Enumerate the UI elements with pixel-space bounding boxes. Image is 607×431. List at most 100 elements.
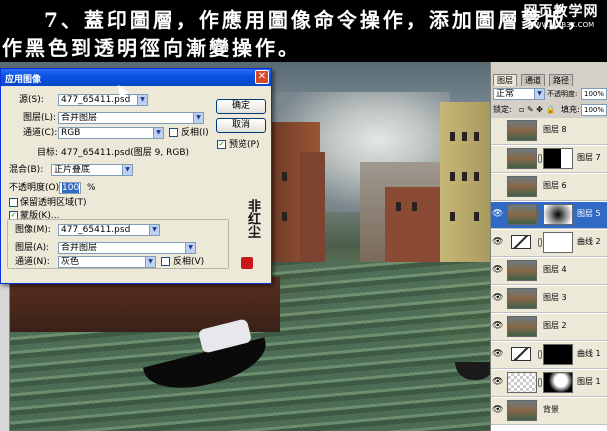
lock-label: 锁定: <box>493 105 512 114</box>
building-middle-2 <box>385 187 445 267</box>
layer-name: 曲线 1 <box>577 349 601 358</box>
tab-paths[interactable]: 路径 <box>549 74 573 86</box>
layer-row[interactable]: 图层 8 <box>491 118 607 145</box>
layer-row[interactable]: 👁 背景 <box>491 398 607 425</box>
window <box>450 212 455 221</box>
layer-row[interactable]: 👁 图层 5 <box>491 202 607 229</box>
chevron-down-icon: ▼ <box>534 89 544 99</box>
layer-name: 图层 3 <box>543 293 567 302</box>
layer-thumbnail[interactable] <box>507 316 537 337</box>
link-chain-icon[interactable] <box>538 378 542 387</box>
layer-thumbnail[interactable] <box>507 372 537 393</box>
chevron-down-icon: ▼ <box>149 225 159 235</box>
mask-channel-label: 通道(N): <box>15 257 50 267</box>
layer-thumbnail[interactable] <box>507 400 537 421</box>
channel-select[interactable]: RGB ▼ <box>58 127 164 139</box>
eye-icon[interactable]: 👁 <box>492 237 503 248</box>
mask-channel-select[interactable]: 灰色 ▼ <box>58 256 156 268</box>
mask-image-value: 477_65411.psd <box>61 225 131 235</box>
layer-name: 图层 6 <box>543 181 567 190</box>
layer-thumbnail[interactable] <box>507 260 537 281</box>
tab-channels[interactable]: 通道 <box>521 74 545 86</box>
source-select[interactable]: 477_65411.psd ▼ <box>58 94 148 106</box>
link-chain-icon[interactable] <box>538 154 542 163</box>
mask-image-select[interactable]: 477_65411.psd ▼ <box>58 224 160 236</box>
fill-input[interactable]: 100% <box>581 104 607 116</box>
curves-adjustment-icon[interactable] <box>511 347 531 361</box>
layer-row[interactable]: 👁 图层 2 <box>491 314 607 341</box>
link-chain-icon[interactable] <box>538 350 542 359</box>
layer-row[interactable]: 👁 曲线 1 <box>491 342 607 369</box>
eye-icon[interactable]: 👁 <box>492 293 503 304</box>
invert-checkbox[interactable] <box>169 128 178 137</box>
layer-select[interactable]: 合并图层 ▼ <box>58 112 204 124</box>
mask-layer-value: 合并图层 <box>61 243 98 253</box>
close-icon[interactable]: ✕ <box>255 70 269 84</box>
source-label: 源(S): <box>19 95 44 105</box>
chevron-down-icon: ▼ <box>153 128 163 138</box>
preserve-transparency-label: 保留透明区域(T) <box>20 198 87 208</box>
ok-button[interactable]: 确定 <box>216 99 266 114</box>
link-chain-icon[interactable] <box>538 238 542 247</box>
window <box>474 132 479 141</box>
preview-checkbox[interactable]: ✓ <box>217 140 226 149</box>
eye-icon[interactable]: 👁 <box>492 405 503 416</box>
caption-line-2: 作黑色到透明徑向漸變操作。 <box>2 36 301 60</box>
layer-mask-thumbnail[interactable] <box>543 232 573 253</box>
layer-row[interactable]: 图层 6 <box>491 174 607 201</box>
layer-row[interactable]: 👁 图层 3 <box>491 286 607 313</box>
panel-opacity-input[interactable]: 100% <box>581 88 607 100</box>
blend-mode-select[interactable]: 正常 ▼ <box>493 88 545 100</box>
eye-icon[interactable] <box>492 181 503 192</box>
layer-mask-thumbnail[interactable] <box>543 204 573 225</box>
curves-adjustment-icon[interactable] <box>511 235 531 249</box>
link-chain-icon[interactable] <box>538 210 542 219</box>
opacity-input[interactable]: 100 <box>59 182 81 194</box>
opacity-value: 100 <box>62 183 80 193</box>
layer-row[interactable]: 图层 7 <box>491 146 607 173</box>
chevron-down-icon: ▼ <box>145 257 155 267</box>
eye-icon[interactable]: 👁 <box>492 377 503 388</box>
layer-row[interactable]: 👁 曲线 2 <box>491 230 607 257</box>
layer-name: 图层 5 <box>577 209 601 218</box>
mask-layer-select[interactable]: 合并图层 ▼ <box>58 242 196 254</box>
dialog-title: 应用图像 <box>5 75 42 85</box>
eye-icon[interactable] <box>492 125 503 136</box>
layer-row[interactable]: 👁 图层 1 <box>491 370 607 397</box>
site-watermark: 网页教学网 WWW.WEB3X.COM <box>519 4 603 34</box>
eye-icon[interactable]: 👁 <box>492 265 503 276</box>
cancel-button[interactable]: 取消 <box>216 118 266 133</box>
layer-mask-thumbnail[interactable] <box>543 344 573 365</box>
mask-invert-label: 反相(V) <box>173 257 205 267</box>
dialog-titlebar[interactable]: 应用图像 ✕ <box>1 69 271 86</box>
layer-thumbnail[interactable] <box>507 204 537 225</box>
watermark-url: WWW.WEB3X.COM <box>527 21 595 29</box>
window <box>462 172 467 181</box>
eye-icon[interactable] <box>492 153 503 164</box>
blending-select[interactable]: 正片叠底 ▼ <box>51 164 133 176</box>
layer-thumbnail[interactable] <box>507 176 537 197</box>
opacity-label: 不透明度(O): <box>9 183 63 193</box>
artist-signature: 非红尘 <box>235 199 260 273</box>
eye-icon[interactable]: 👁 <box>492 209 503 220</box>
target-value: 477_65411.psd(图层 9, RGB) <box>61 148 190 158</box>
layer-mask-thumbnail[interactable] <box>543 148 573 169</box>
tutorial-caption: 7、蓋印圖層，作應用圖像命令操作，添加圖層蒙版， 作黑色到透明徑向漸變操作。 网… <box>0 0 607 62</box>
tab-layers[interactable]: 图层 <box>493 74 517 86</box>
lock-icons[interactable]: ▫ ✎ ✥ 🔒 <box>519 104 555 116</box>
chevron-down-icon: ▼ <box>193 113 203 123</box>
eye-icon[interactable]: 👁 <box>492 349 503 360</box>
layer-value: 合并图层 <box>61 113 98 123</box>
opacity-unit: % <box>87 183 96 193</box>
eye-icon[interactable]: 👁 <box>492 321 503 332</box>
layer-row[interactable]: 👁 图层 4 <box>491 258 607 285</box>
preserve-transparency-checkbox[interactable] <box>9 198 18 207</box>
layer-thumbnail[interactable] <box>507 148 537 169</box>
layer-thumbnail[interactable] <box>507 120 537 141</box>
layer-mask-thumbnail[interactable] <box>543 372 573 393</box>
layer-thumbnail[interactable] <box>507 288 537 309</box>
layer-name: 图层 7 <box>577 153 601 162</box>
window <box>396 202 401 211</box>
window <box>412 202 417 211</box>
mask-invert-checkbox[interactable] <box>161 257 170 266</box>
